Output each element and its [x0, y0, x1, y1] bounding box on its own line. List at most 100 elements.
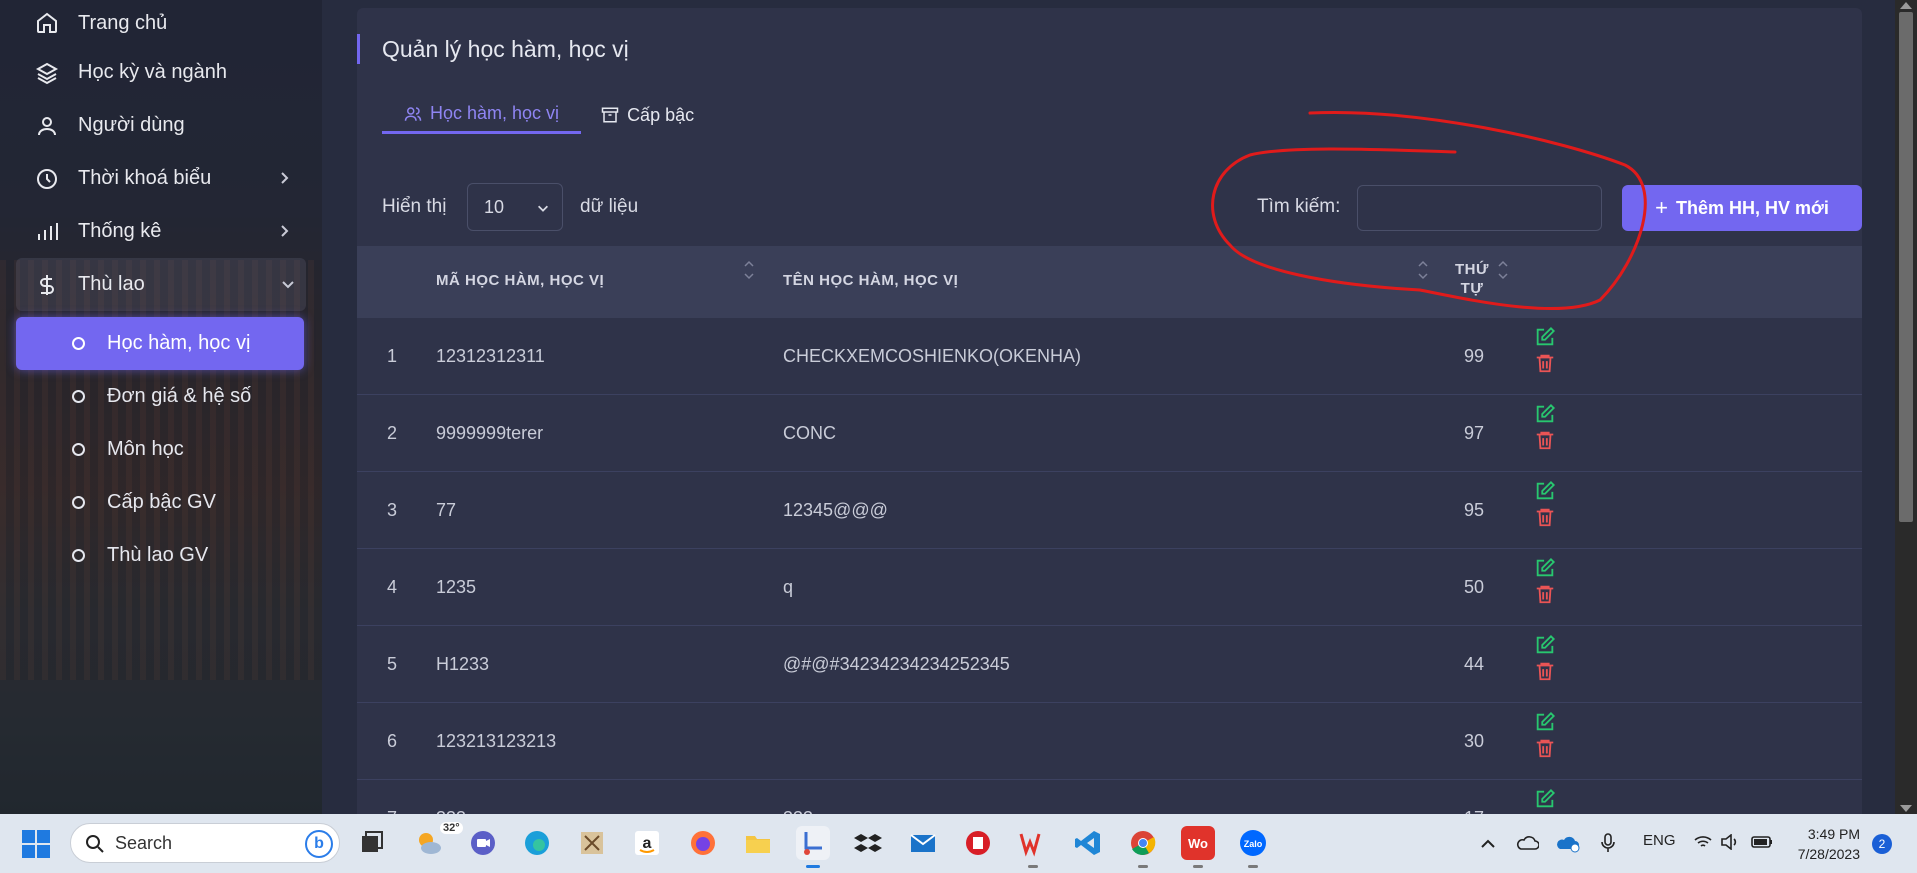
- zalo-icon[interactable]: Zalo: [1236, 826, 1270, 868]
- row-order: 99: [1464, 346, 1485, 366]
- sort-icon[interactable]: [1417, 258, 1429, 282]
- page-size-select[interactable]: 10: [467, 183, 563, 231]
- row-order: 95: [1464, 500, 1485, 520]
- trash-icon[interactable]: [1534, 352, 1556, 374]
- chrome-icon[interactable]: [1126, 826, 1160, 868]
- sidebar-subitem-label: Cấp bậc GV: [107, 491, 216, 513]
- edit-icon[interactable]: [1534, 557, 1556, 579]
- sort-icon[interactable]: [1497, 258, 1509, 282]
- search-input[interactable]: [1357, 185, 1602, 231]
- layers-icon: [34, 60, 60, 86]
- bar-chart-icon: [34, 219, 60, 245]
- sidebar-subitem-lecturer-ranks[interactable]: Cấp bậc GV: [0, 476, 322, 529]
- tab-academic-titles[interactable]: Học hàm, học vị: [382, 96, 582, 134]
- table-row: 1 12312312311 CHECKXEMCOSHIENKO(OKENHA) …: [357, 318, 1862, 395]
- app-icon[interactable]: [961, 826, 995, 860]
- trash-icon[interactable]: [1534, 583, 1556, 605]
- amazon-icon[interactable]: a: [630, 826, 664, 860]
- tab-label: Cấp bậc: [627, 104, 695, 125]
- column-header-order[interactable]: THỨ TỰ: [1455, 260, 1489, 298]
- circle-icon: [72, 337, 85, 350]
- table-row: 2 9999999terer CONC 97: [357, 395, 1862, 472]
- sidebar-subitem-label: Thù lao GV: [107, 544, 209, 566]
- task-view-icon[interactable]: [355, 826, 389, 860]
- table-row: 3 77 12345@@@ 95: [357, 472, 1862, 549]
- page-scrollbar[interactable]: [1895, 0, 1917, 814]
- notification-badge[interactable]: 2: [1872, 834, 1892, 854]
- edit-icon[interactable]: [1534, 480, 1556, 502]
- scroll-up-icon[interactable]: [1900, 2, 1912, 9]
- sidebar-subitem-label: Môn học: [107, 438, 184, 460]
- microphone-icon[interactable]: [1600, 832, 1616, 854]
- add-academic-title-button[interactable]: + Thêm HH, HV mới: [1622, 185, 1862, 231]
- mail-icon[interactable]: [906, 826, 940, 860]
- sidebar-item-users[interactable]: Người dùng: [0, 99, 322, 152]
- page-size-label: Hiển thị: [382, 196, 447, 217]
- search-label: Tìm kiếm:: [1257, 196, 1341, 217]
- row-order: 50: [1464, 577, 1485, 597]
- row-actions: [1534, 326, 1558, 378]
- snip-sketch-icon[interactable]: [796, 826, 830, 868]
- vscode-icon[interactable]: [1071, 826, 1105, 860]
- edit-icon[interactable]: [1534, 634, 1556, 656]
- sidebar-subitem-academic-titles[interactable]: Học hàm, học vị: [16, 317, 304, 370]
- trash-icon[interactable]: [1534, 429, 1556, 451]
- circle-icon: [72, 549, 85, 562]
- tab-ranks[interactable]: Cấp bậc: [581, 96, 714, 134]
- sidebar-item-compensation[interactable]: Thù lao: [16, 258, 306, 311]
- wifi-icon[interactable]: [1693, 834, 1713, 850]
- onedrive-icon[interactable]: [1515, 834, 1539, 852]
- sidebar-subitem-unit-price[interactable]: Đơn giá & hệ số: [0, 370, 322, 423]
- edit-icon[interactable]: [1534, 711, 1556, 733]
- wps-office-icon[interactable]: Wo: [1181, 826, 1215, 868]
- scrollbar-thumb[interactable]: [1899, 12, 1913, 522]
- row-actions: [1534, 711, 1558, 763]
- edit-icon[interactable]: [1534, 788, 1556, 810]
- sidebar: Trang chủ Học kỳ và ngành Người dùng Thờ…: [0, 0, 322, 814]
- sidebar-item-timetable[interactable]: Thời khoá biểu: [0, 152, 322, 205]
- sidebar-item-home[interactable]: Trang chủ: [0, 0, 322, 46]
- edit-icon[interactable]: [1534, 326, 1556, 348]
- windows-start-icon[interactable]: [22, 830, 50, 858]
- trash-icon[interactable]: [1534, 506, 1556, 528]
- system-clock[interactable]: 3:49 PM 7/28/2023: [1788, 824, 1860, 864]
- taskbar-search[interactable]: Search b: [70, 823, 340, 863]
- chevron-right-icon: [281, 172, 289, 184]
- academic-titles-table: MÃ HỌC HÀM, HỌC VỊ TÊN HỌC HÀM, HỌC VỊ T…: [357, 246, 1862, 857]
- scroll-down-icon[interactable]: [1900, 805, 1912, 812]
- sidebar-item-statistics[interactable]: Thống kê: [0, 205, 322, 258]
- row-index: 1: [387, 346, 398, 366]
- dropbox-icon[interactable]: [851, 826, 885, 860]
- language-indicator[interactable]: ENG: [1643, 832, 1676, 849]
- battery-icon[interactable]: [1750, 834, 1774, 850]
- clock-time: 3:49 PM: [1807, 826, 1860, 842]
- edge-icon[interactable]: [520, 826, 554, 860]
- bing-icon[interactable]: b: [305, 830, 333, 858]
- dollar-icon: [34, 272, 60, 298]
- weather-icon[interactable]: 32°: [412, 822, 463, 860]
- sidebar-subitem-subjects[interactable]: Môn học: [0, 423, 322, 476]
- edit-icon[interactable]: [1534, 403, 1556, 425]
- search-icon: [86, 835, 104, 853]
- firefox-icon[interactable]: [686, 826, 720, 860]
- trash-icon[interactable]: [1534, 737, 1556, 759]
- sidebar-subitem-lecturer-pay[interactable]: Thù lao GV: [0, 529, 322, 582]
- wps-icon[interactable]: [1016, 826, 1050, 868]
- row-index: 2: [387, 423, 398, 443]
- column-header-name[interactable]: TÊN HỌC HÀM, HỌC VỊ: [783, 272, 958, 289]
- sort-icon[interactable]: [743, 258, 755, 282]
- row-actions: [1534, 480, 1558, 532]
- weather-temperature: 32°: [440, 822, 463, 834]
- onedrive-sync-icon[interactable]: [1555, 833, 1581, 853]
- snipping-tool-icon[interactable]: [575, 826, 609, 860]
- chevron-up-icon[interactable]: [1480, 836, 1496, 850]
- sidebar-item-semesters[interactable]: Học kỳ và ngành: [0, 46, 322, 99]
- row-actions: [1534, 634, 1558, 686]
- file-explorer-icon[interactable]: [741, 826, 775, 860]
- user-icon: [34, 113, 60, 139]
- page-size-value: 10: [484, 197, 505, 217]
- column-header-code[interactable]: MÃ HỌC HÀM, HỌC VỊ: [436, 272, 604, 289]
- volume-icon[interactable]: [1720, 834, 1740, 850]
- trash-icon[interactable]: [1534, 660, 1556, 682]
- meet-icon[interactable]: [466, 826, 500, 860]
